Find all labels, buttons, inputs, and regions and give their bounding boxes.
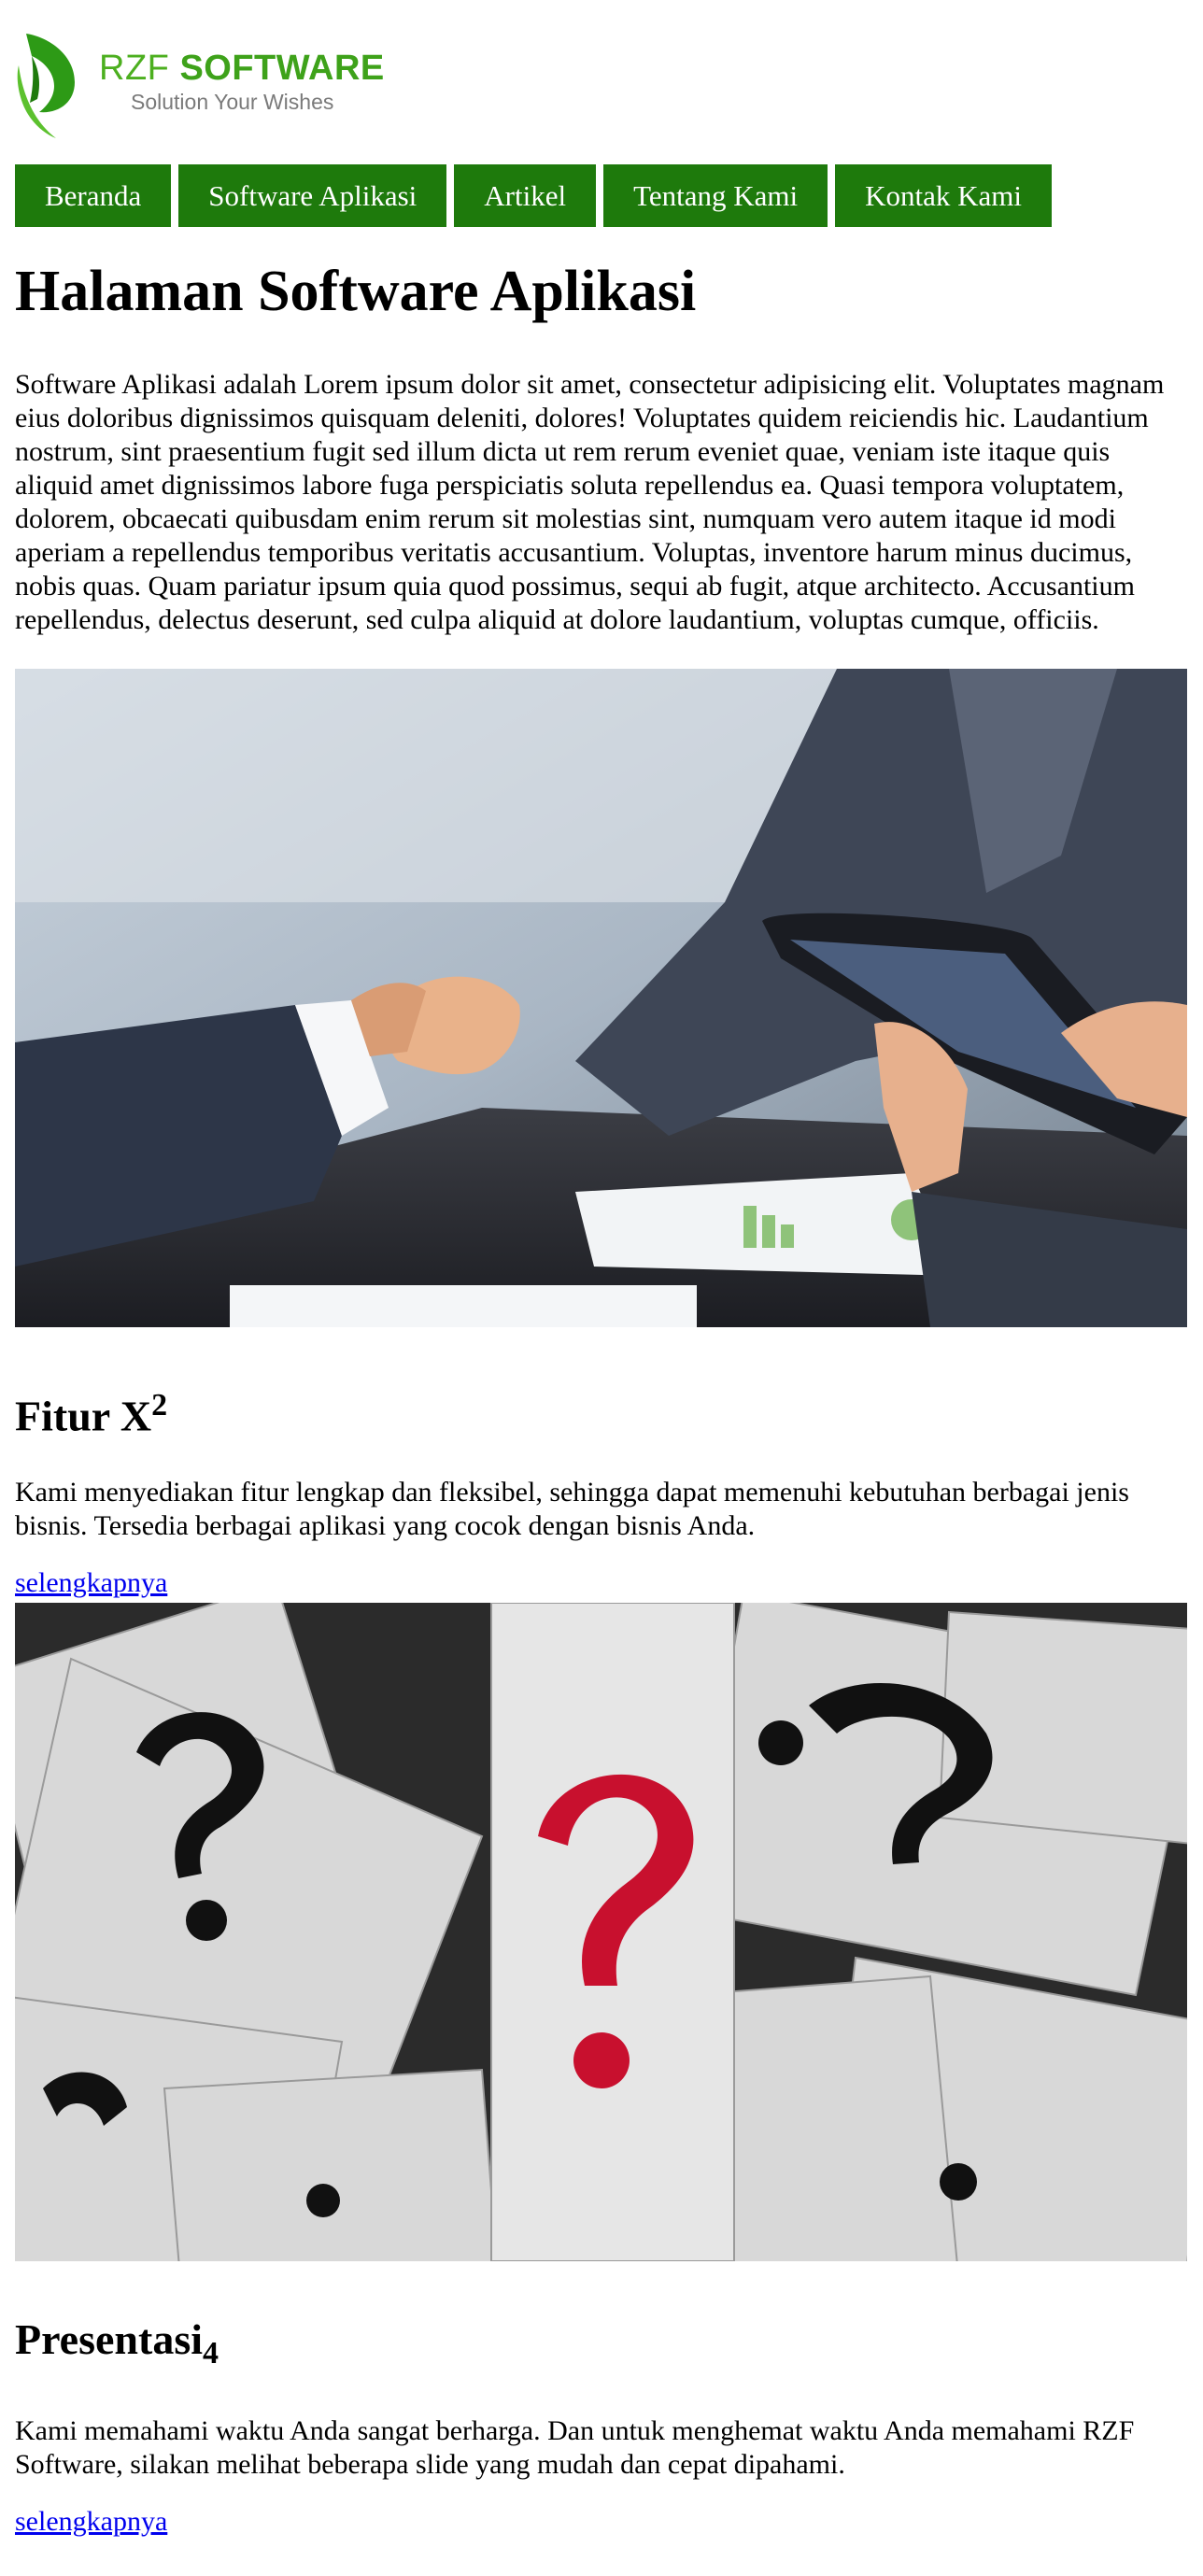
nav-tentang-kami[interactable]: Tentang Kami — [603, 164, 828, 227]
main-content: Halaman Software Aplikasi Software Aplik… — [15, 243, 1187, 2538]
section-presentasi-more-link[interactable]: selengkapnya — [15, 2506, 1187, 2538]
nav-software-aplikasi[interactable]: Software Aplikasi — [178, 164, 447, 227]
question-marks-photo — [15, 1603, 1187, 2262]
section-fitur-heading: Fitur X2 — [15, 1388, 168, 1440]
intro-paragraph: Software Aplikasi adalah Lorem ipsum dol… — [15, 369, 1165, 635]
logo-tagline: Solution Your Wishes — [131, 90, 334, 114]
site-logo[interactable]: RZF SOFTWARE Solution Your Wishes — [13, 28, 384, 144]
logo-title: RZF SOFTWARE — [99, 49, 385, 88]
nav-beranda[interactable]: Beranda — [15, 164, 172, 227]
nav-artikel[interactable]: Artikel — [454, 164, 597, 227]
main-navigation: Beranda Software Aplikasi Artikel Tentan… — [15, 164, 1059, 227]
page-title: Halaman Software Aplikasi — [15, 260, 697, 323]
section-presentasi-text: Kami memahami waktu Anda sangat berharga… — [15, 2414, 1135, 2480]
handshake-photo — [15, 669, 1187, 1327]
section-presentasi-heading: Presentasi4 — [15, 2315, 219, 2371]
section-fitur-more-link[interactable]: selengkapnya — [15, 1567, 1187, 1599]
section-fitur-text: Kami menyediakan fitur lengkap dan fleks… — [15, 1477, 1129, 1542]
logo-leaf-icon — [17, 34, 75, 138]
nav-kontak-kami[interactable]: Kontak Kami — [835, 164, 1053, 227]
